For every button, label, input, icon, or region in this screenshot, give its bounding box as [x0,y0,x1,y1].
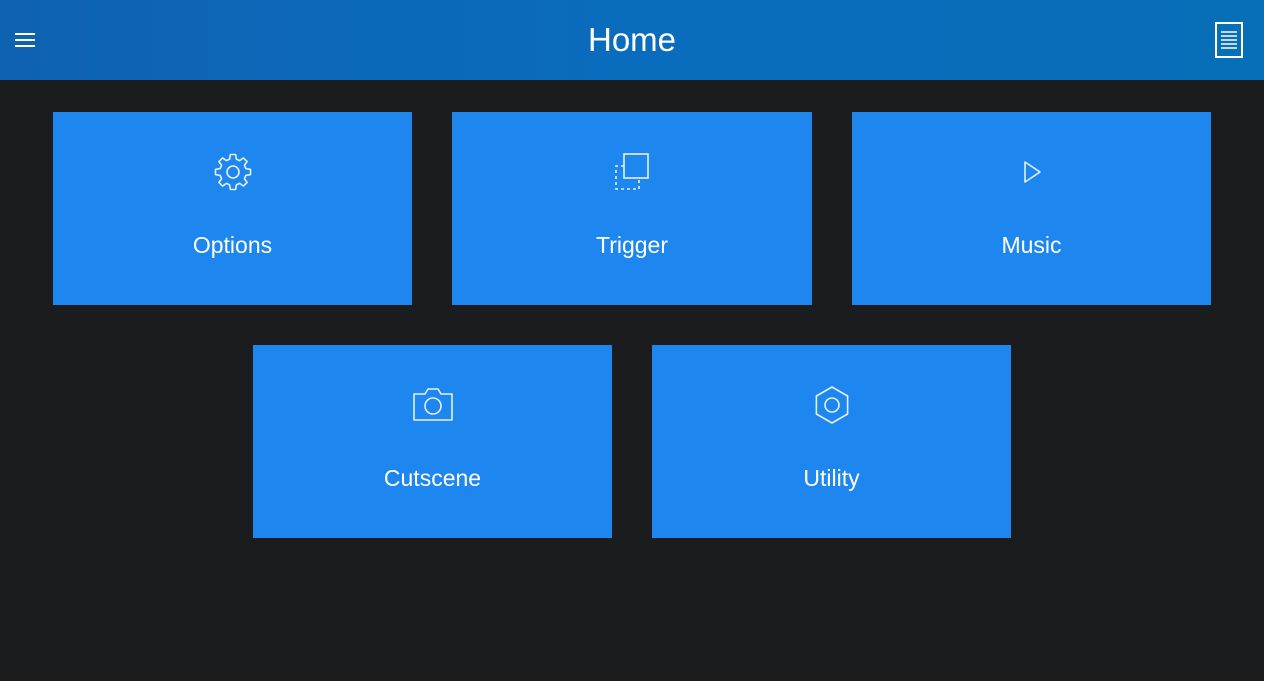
trigger-label: Trigger [596,232,668,258]
music-tile[interactable]: Music [852,112,1211,305]
menu-icon-bar [15,33,35,35]
options-tile[interactable]: Options [53,112,412,305]
menu-button[interactable] [10,24,40,56]
options-label: Options [192,232,273,258]
trigger-tile[interactable]: Trigger [452,112,812,305]
document-icon [1215,22,1243,58]
cutscene-label: Cutscene [383,465,482,491]
utility-label: Utility [803,465,860,491]
page-title: Home [587,21,677,58]
app-header: Home [0,0,1264,80]
document-button[interactable] [1213,21,1245,59]
play-icon [1023,161,1041,183]
camera-icon [412,388,453,421]
select-region-icon [615,153,649,190]
menu-icon-bar [15,39,35,41]
menu-icon-bar [15,45,35,47]
music-label: Music [1001,232,1062,258]
utility-tile[interactable]: Utility [652,345,1011,538]
hex-nut-icon [815,386,848,424]
cutscene-tile[interactable]: Cutscene [253,345,612,538]
gear-icon [214,153,251,191]
